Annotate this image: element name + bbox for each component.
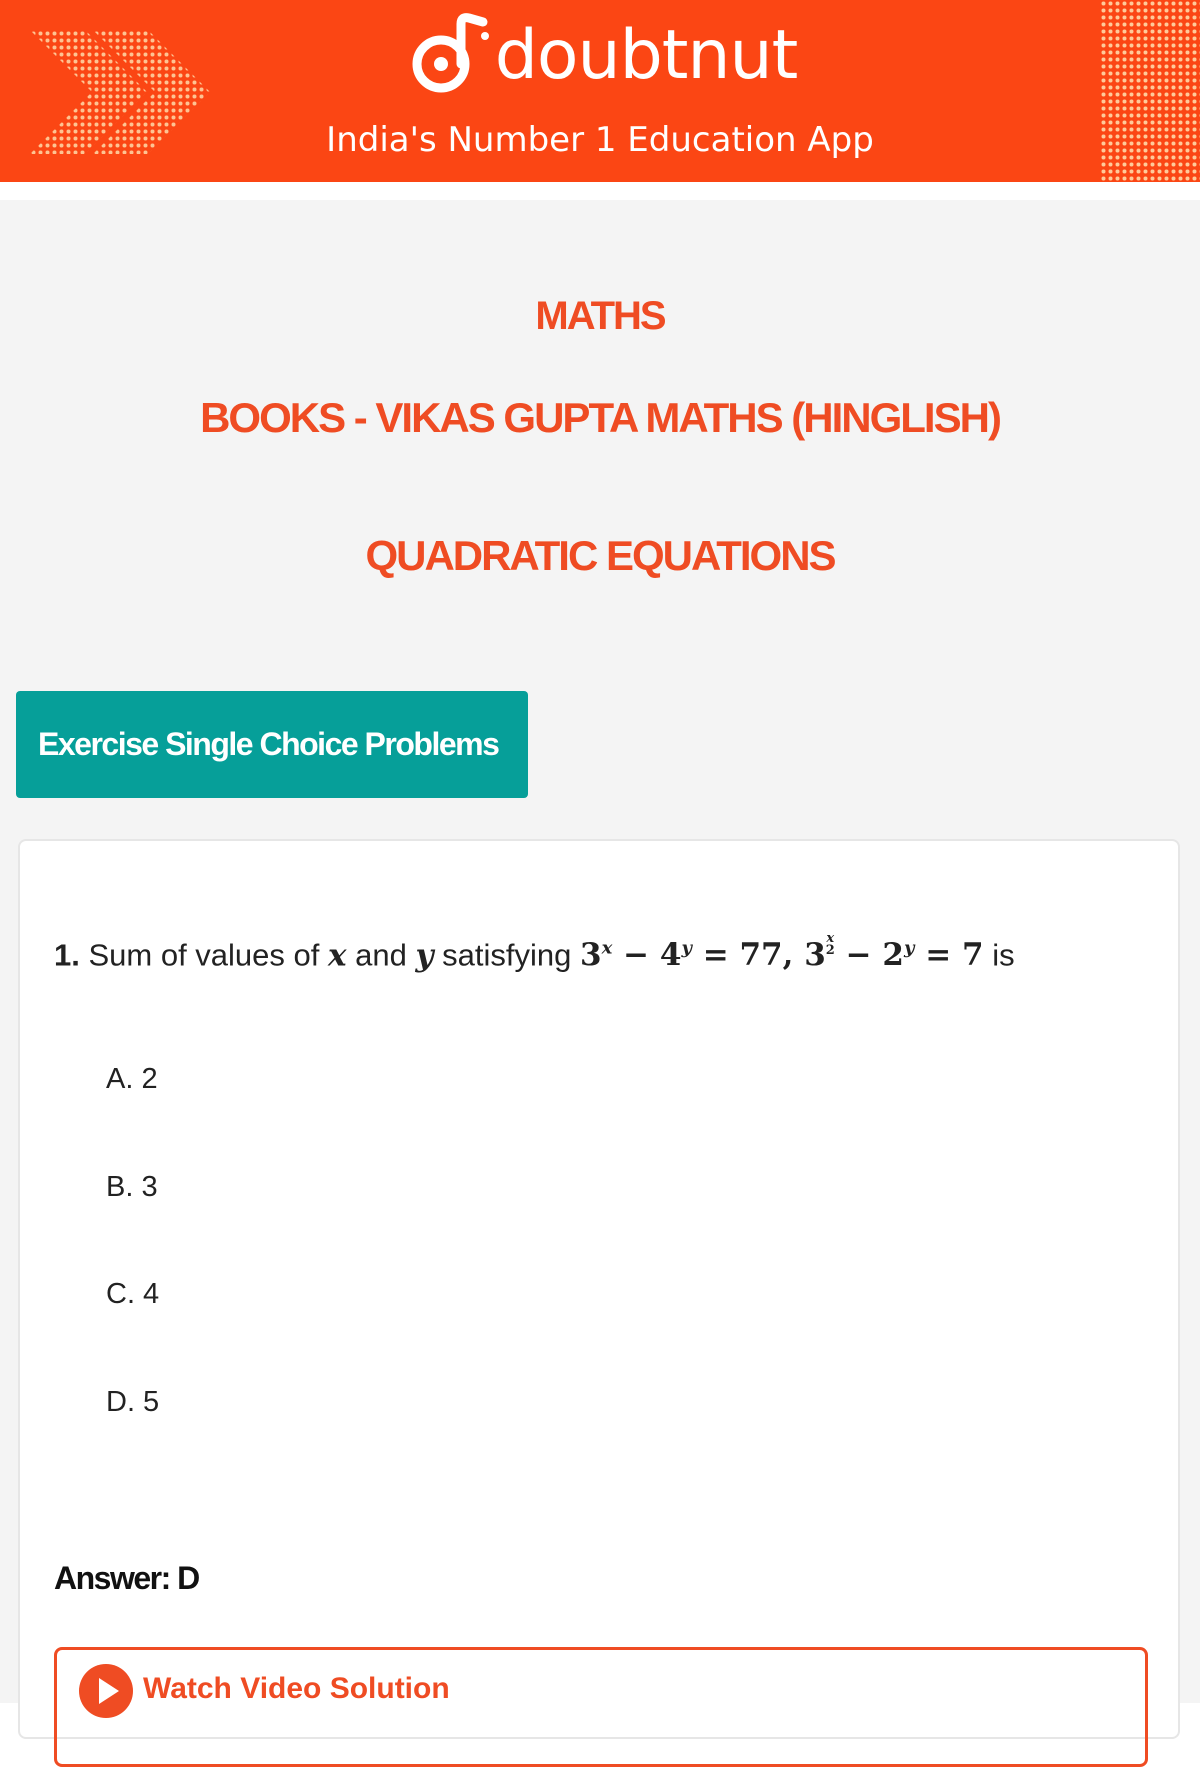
subject-title: MATHS	[535, 294, 666, 338]
question-number: 1.	[54, 937, 80, 973]
exercise-button[interactable]: Exercise Single Choice Problems	[16, 691, 528, 798]
doubtnut-logo-icon	[412, 13, 489, 93]
brand-logo[interactable]: doubtnut	[0, 12, 1200, 98]
math-var-y: y	[415, 937, 434, 974]
math-equation: 3x − 4y = 77, 3x 2 − 2y = 7	[579, 931, 984, 974]
option-c[interactable]: C. 4	[106, 1278, 159, 1311]
option-a[interactable]: A. 2	[106, 1063, 158, 1096]
math-var-x: x	[328, 937, 347, 974]
question-card: 1. Sum of values of x and y satisfying 3…	[18, 839, 1180, 1767]
book-title: BOOKS - VIKAS GUPTA MATHS (HINGLISH)	[200, 394, 1002, 441]
brand-name: doubtnut	[494, 15, 799, 95]
header-banner: doubtnut India's Number 1 Education App	[0, 0, 1200, 182]
watch-video-label: Watch Video Solution	[143, 1672, 450, 1705]
watch-video-button[interactable]: Watch Video Solution	[54, 1647, 1148, 1767]
play-icon	[79, 1664, 133, 1718]
main-content: MATHS BOOKS - VIKAS GUPTA MATHS (HINGLIS…	[0, 200, 1200, 1767]
question-text: 1. Sum of values of x and y satisfying 3…	[54, 931, 1015, 974]
answer-text: Answer: D	[54, 1560, 200, 1596]
tagline: India's Number 1 Education App	[326, 120, 874, 160]
chapter-title: QUADRATIC EQUATIONS	[365, 532, 836, 579]
option-d[interactable]: D. 5	[106, 1386, 159, 1419]
option-b[interactable]: B. 3	[106, 1171, 158, 1204]
